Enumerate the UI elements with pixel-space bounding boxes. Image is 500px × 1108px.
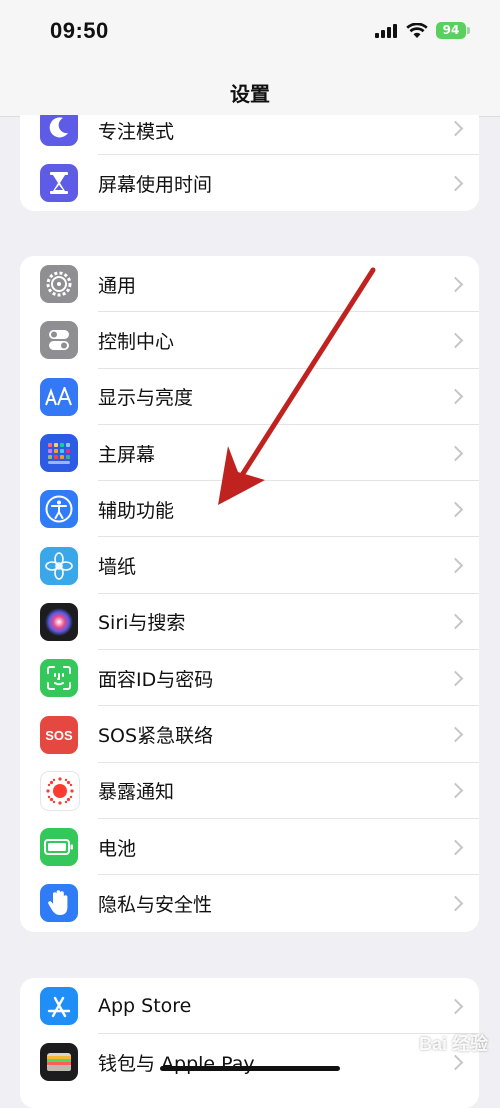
settings-row-label: 隐私与安全性 [98,893,213,916]
status-icons: 94 [374,22,470,39]
watermark: Bai 经验 [418,1034,488,1054]
chevron-right-icon [447,501,464,518]
settings-row-control-center[interactable]: 控制中心 [20,312,479,369]
settings-row-siri[interactable]: Siri与搜索 [20,594,479,651]
chevron-right-icon [447,388,464,405]
chevron-right-icon [447,839,464,855]
settings-row-label: App Store [98,995,192,1018]
battery-icon [40,828,78,867]
chevron-right-icon [447,445,464,461]
sos-icon: SOS [40,715,78,754]
chevron-right-icon [447,670,464,686]
settings-row-label: Siri与搜索 [98,612,186,635]
settings-row-exposure[interactable]: 暴露通知 [20,763,479,819]
exposure-icon [40,770,80,811]
chevron-right-icon [447,895,464,912]
status-bar: 09:50 94 [0,0,500,70]
settings-row-screen-time[interactable]: 屏幕使用时间 [20,155,479,211]
wifi-icon [406,22,428,38]
settings-group-main: 通用 控制中心 显示与亮度 主屏幕 辅助功能 墙纸 Siri与搜索 面容ID与密… [20,256,479,932]
settings-row-privacy[interactable]: 隐私与安全性 [20,875,479,931]
chevron-right-icon [447,120,464,137]
siri-icon [40,602,78,641]
settings-row-focus[interactable]: 专注模式 [20,115,479,155]
app-store-icon [40,987,78,1026]
accessibility-icon [40,490,78,529]
nav-bar: 设置 [0,70,500,117]
page-title: 设置 [230,82,270,106]
moon-icon [40,115,78,146]
hand-icon [40,884,78,923]
flower-icon [40,546,78,585]
chevron-right-icon [447,276,464,292]
home-screen-grid-icon [40,434,78,473]
settings-row-sos[interactable]: SOS SOS紧急联络 [20,706,479,763]
settings-row-label: 通用 [98,274,137,297]
battery-indicator: 94 [436,22,470,39]
cellular-signal-icon [375,23,397,38]
chevron-right-icon [447,557,464,574]
settings-row-wallet[interactable]: 钱包与 Apple Pay [20,1034,479,1090]
svg-text:SOS: SOS [45,728,73,743]
settings-row-label: 主屏幕 [98,443,156,466]
settings-row-face-id[interactable]: 面容ID与密码 [20,650,479,707]
settings-row-wallpaper[interactable]: 墙纸 [20,537,479,594]
chevron-right-icon [447,783,464,799]
settings-row-label: 显示与亮度 [98,387,194,410]
settings-row-general[interactable]: 通用 [20,256,479,313]
settings-row-label: 暴露通知 [98,781,175,804]
face-id-icon [40,659,78,698]
gear-icon [40,265,78,304]
home-indicator[interactable] [160,1066,340,1071]
chevron-right-icon [447,998,464,1014]
settings-row-label: 电池 [98,837,137,860]
settings-row-battery[interactable]: 电池 [20,819,479,876]
settings-row-label: 辅助功能 [98,499,175,522]
settings-row-label: 屏幕使用时间 [98,173,213,196]
settings-row-label: 控制中心 [98,330,175,353]
chevron-right-icon [447,726,464,743]
settings-row-label: 专注模式 [98,121,175,143]
hourglass-icon [40,164,78,203]
settings-row-accessibility[interactable]: 辅助功能 [20,481,479,538]
text-size-icon [40,377,78,416]
status-time: 09:50 [50,18,109,43]
settings-row-label: SOS紧急联络 [98,725,214,748]
settings-group-top: 专注模式 屏幕使用时间 [20,115,479,211]
chevron-right-icon [447,614,464,630]
settings-row-app-store[interactable]: App Store [20,978,479,1035]
chevron-right-icon [447,332,464,349]
settings-row-label: 钱包与 Apple Pay [98,1052,255,1075]
settings-row-label: 面容ID与密码 [98,668,214,691]
chevron-right-icon [447,1054,464,1071]
settings-row-display[interactable]: 显示与亮度 [20,369,479,425]
toggles-icon [40,321,78,360]
settings-row-home-screen[interactable]: 主屏幕 [20,425,479,482]
settings-row-label: 墙纸 [98,556,137,579]
wallet-icon [40,1043,78,1082]
chevron-right-icon [447,175,464,191]
settings-group-bottom: App Store 钱包与 Apple Pay [20,978,479,1108]
